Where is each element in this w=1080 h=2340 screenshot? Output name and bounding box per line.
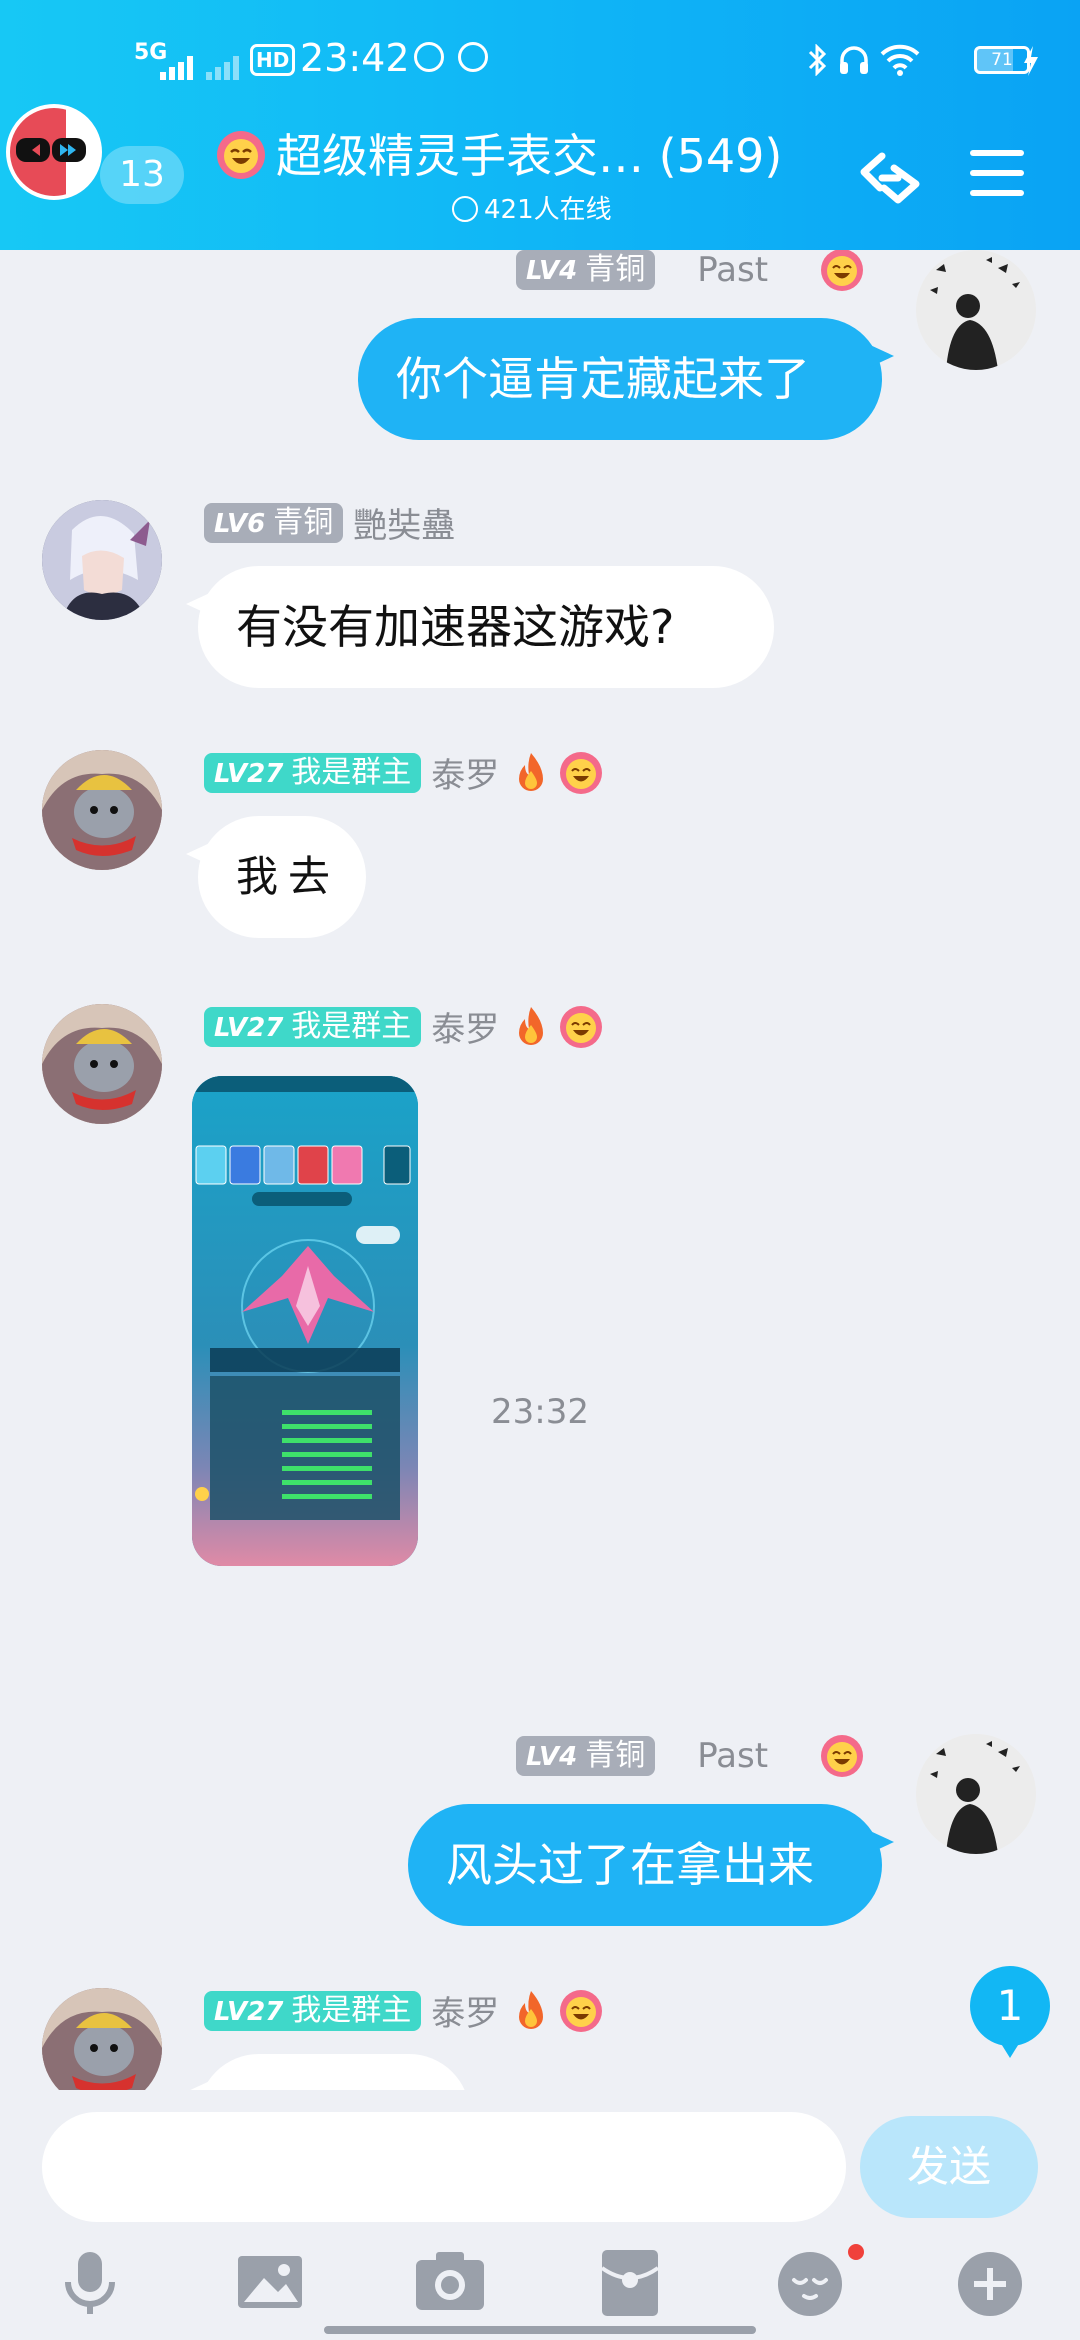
message-input[interactable] [42, 2112, 846, 2222]
member-avatar[interactable] [42, 500, 162, 620]
anime-avatar-icon [42, 500, 162, 620]
online-count[interactable]: 421人在线 [452, 190, 612, 230]
signal-sim2-icon [206, 56, 239, 80]
home-indicator [324, 2326, 756, 2334]
signal-icon [160, 56, 193, 80]
sender-nickname: Past [697, 1736, 769, 1776]
sender-info: LV6 青铜 艷奘蠱 [204, 498, 456, 546]
member-level-badge: LV6 青铜 [204, 502, 344, 543]
avatar-silhouette-icon [916, 1734, 1036, 1854]
status-bar: 5G HD 23:42 71 [0, 36, 1080, 86]
cartoon-cat-avatar-icon [42, 750, 162, 870]
unread-count-badge[interactable]: 13 [100, 146, 184, 204]
sync-icon [414, 42, 444, 72]
chat-header: 5G HD 23:42 71 13 超级精灵手表交… (549) 421人在线 [0, 0, 1080, 250]
member-avatar[interactable] [42, 750, 162, 870]
chat-bubble[interactable]: 我去 [186, 816, 366, 938]
emoji-badge-icon [560, 1989, 603, 2032]
headphones-icon [840, 46, 868, 74]
notification-dot [848, 2244, 864, 2260]
online-count-text: 421人在线 [484, 195, 612, 225]
camera-icon[interactable] [410, 2242, 490, 2322]
emoji-badge-icon [560, 751, 603, 794]
fire-icon [519, 1006, 544, 1045]
game-screenshot-image[interactable] [192, 1076, 418, 1566]
sender-nickname: 泰罗 [431, 756, 500, 796]
game-screenshot-icon [192, 1076, 418, 1566]
my-avatar[interactable] [916, 250, 1036, 370]
battery-level: 71 [991, 50, 1013, 70]
data-saver-icon [458, 42, 488, 72]
image-icon[interactable] [230, 2242, 310, 2322]
sender-info: LV27 我是群主 泰罗 [204, 748, 603, 796]
emoji-badge-icon [560, 1005, 603, 1048]
owner-badge: LV27 我是群主 [204, 1006, 422, 1047]
share-link-icon[interactable] [852, 144, 930, 208]
sender-info: LV4 青铜 Past [516, 250, 864, 294]
fire-icon [519, 1990, 544, 2029]
wifi-icon [880, 44, 920, 76]
chat-bubble-mine[interactable]: 你个逼肯定藏起来了 [358, 318, 894, 440]
clock: 23:42 [300, 36, 410, 80]
group-name: 超级精灵手表交… (549) [276, 129, 783, 183]
owner-badge: LV27 我是群主 [204, 1990, 422, 2031]
emoji-badge-icon [821, 1735, 864, 1777]
sender-info: LV27 我是群主 泰罗 [204, 1002, 603, 1050]
microphone-icon[interactable] [50, 2242, 130, 2322]
cartoon-cat-avatar-icon [42, 1988, 162, 2090]
group-avatar-icon [10, 108, 98, 196]
emoji-badge-icon [821, 250, 864, 291]
online-chevron-icon [452, 196, 478, 222]
back-to-chats-avatar[interactable] [6, 104, 102, 200]
member-level-badge: LV4 青铜 [516, 250, 656, 290]
group-level-emoji-icon [217, 131, 265, 179]
cartoon-cat-avatar-icon [42, 1004, 162, 1124]
send-button[interactable]: 发送 [860, 2116, 1038, 2218]
message-list[interactable]: LV4 青铜 Past 你个逼肯定藏起来了 LV6 青铜 艷奘蠱 有没有加速器这游戏? [0, 250, 1080, 2090]
sender-nickname: 泰罗 [431, 1010, 500, 1050]
chat-bubble[interactable] [186, 2054, 470, 2090]
fire-icon [519, 752, 544, 791]
red-packet-icon[interactable] [590, 2242, 670, 2322]
menu-icon[interactable] [970, 150, 1024, 200]
input-bar: 发送 [0, 2090, 1080, 2340]
sender-nickname: 艷奘蠱 [353, 506, 456, 546]
hd-voice-badge: HD [250, 44, 296, 76]
sender-info: LV27 我是群主 泰罗 [204, 1986, 603, 2034]
chat-bubble-mine[interactable]: 风头过了在拿出来 [408, 1804, 894, 1926]
member-level-badge: LV4 青铜 [516, 1736, 656, 1776]
chat-bubble[interactable]: 有没有加速器这游戏? [186, 566, 774, 688]
emoji-icon[interactable] [770, 2242, 850, 2322]
owner-badge: LV27 我是群主 [204, 752, 422, 793]
avatar-silhouette-icon [916, 250, 1036, 370]
member-avatar[interactable] [42, 1004, 162, 1124]
plus-icon[interactable] [950, 2242, 1030, 2322]
sender-info: LV4 青铜 Past [516, 1734, 864, 1780]
group-title[interactable]: 超级精灵手表交… (549) [216, 126, 836, 190]
time-divider: 23:32 [491, 1392, 589, 1432]
sender-nickname: Past [697, 250, 769, 290]
my-avatar[interactable] [916, 1734, 1036, 1854]
new-message-badge[interactable]: 1 [970, 1966, 1050, 2058]
bluetooth-icon [808, 44, 827, 76]
charging-icon [1024, 46, 1038, 76]
sender-nickname: 泰罗 [431, 1994, 500, 2034]
member-avatar[interactable] [42, 1988, 162, 2090]
